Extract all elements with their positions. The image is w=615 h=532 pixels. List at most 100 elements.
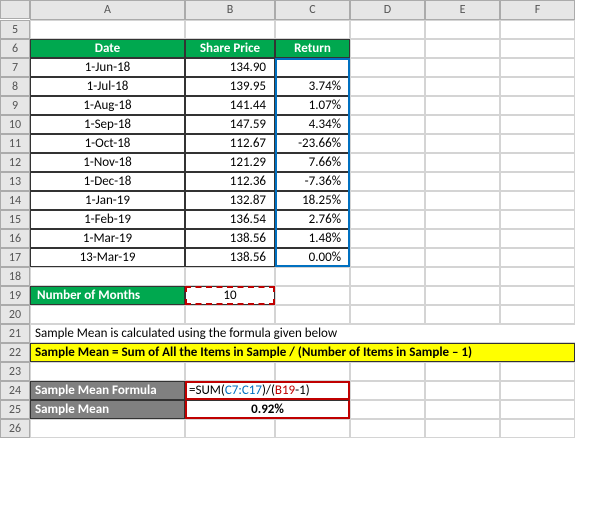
cell-B18[interactable] xyxy=(185,267,275,286)
hdr-return[interactable]: Return xyxy=(275,39,350,58)
row-25[interactable]: 25 xyxy=(0,400,30,419)
cell-date-4[interactable]: 1-Oct-18 xyxy=(30,134,185,153)
cell-D14[interactable] xyxy=(350,191,425,210)
row-17[interactable]: 17 xyxy=(0,248,30,267)
cell-F10[interactable] xyxy=(500,115,575,134)
cell-date-10[interactable]: 13-Mar-19 xyxy=(30,248,185,267)
cell-A5[interactable] xyxy=(30,20,185,39)
row-5[interactable]: 5 xyxy=(0,20,30,39)
cell-ret-10[interactable]: 0.00% xyxy=(275,248,350,267)
row-10[interactable]: 10 xyxy=(0,115,30,134)
cell-C20[interactable] xyxy=(275,305,350,324)
cell-D18[interactable] xyxy=(350,267,425,286)
cell-ret-3[interactable]: 4.34% xyxy=(275,115,350,134)
row-20[interactable]: 20 xyxy=(0,305,30,324)
cell-C18[interactable] xyxy=(275,267,350,286)
cell-D11[interactable] xyxy=(350,134,425,153)
cell-D16[interactable] xyxy=(350,229,425,248)
cell-F9[interactable] xyxy=(500,96,575,115)
cell-ret-6[interactable]: -7.36% xyxy=(275,172,350,191)
cell-ret-2[interactable]: 1.07% xyxy=(275,96,350,115)
row-14[interactable]: 14 xyxy=(0,191,30,210)
cell-price-2[interactable]: 141.44 xyxy=(185,96,275,115)
cell-D8[interactable] xyxy=(350,77,425,96)
cell-D9[interactable] xyxy=(350,96,425,115)
cell-ret-8[interactable]: 2.76% xyxy=(275,210,350,229)
cell-E23[interactable] xyxy=(425,362,500,381)
cell-price-8[interactable]: 136.54 xyxy=(185,210,275,229)
cell-D15[interactable] xyxy=(350,210,425,229)
cell-D5[interactable] xyxy=(350,20,425,39)
cell-E7[interactable] xyxy=(425,58,500,77)
cell-D23[interactable] xyxy=(350,362,425,381)
row-16[interactable]: 16 xyxy=(0,229,30,248)
cell-E6[interactable] xyxy=(425,39,500,58)
cell-F5[interactable] xyxy=(500,20,575,39)
row-12[interactable]: 12 xyxy=(0,153,30,172)
cell-F12[interactable] xyxy=(500,153,575,172)
cell-ret-4[interactable]: -23.66% xyxy=(275,134,350,153)
cell-D12[interactable] xyxy=(350,153,425,172)
cell-E14[interactable] xyxy=(425,191,500,210)
cell-E10[interactable] xyxy=(425,115,500,134)
cell-price-6[interactable]: 112.36 xyxy=(185,172,275,191)
cell-D24[interactable] xyxy=(350,381,425,400)
cell-B5[interactable] xyxy=(185,20,275,39)
cell-F6[interactable] xyxy=(500,39,575,58)
cell-price-10[interactable]: 138.56 xyxy=(185,248,275,267)
cell-B23[interactable] xyxy=(185,362,275,381)
cell-B26[interactable] xyxy=(185,419,275,438)
months-value[interactable]: 10 xyxy=(185,286,275,305)
cell-E26[interactable] xyxy=(425,419,500,438)
cell-F14[interactable] xyxy=(500,191,575,210)
cell-D7[interactable] xyxy=(350,58,425,77)
result-cell[interactable]: 0.92% xyxy=(185,400,350,419)
cell-C23[interactable] xyxy=(275,362,350,381)
cell-F16[interactable] xyxy=(500,229,575,248)
cell-price-4[interactable]: 112.67 xyxy=(185,134,275,153)
cell-price-3[interactable]: 147.59 xyxy=(185,115,275,134)
cell-A20[interactable] xyxy=(30,305,185,324)
row-8[interactable]: 8 xyxy=(0,77,30,96)
cell-E18[interactable] xyxy=(425,267,500,286)
cell-date-0[interactable]: 1-Jun-18 xyxy=(30,58,185,77)
cell-D17[interactable] xyxy=(350,248,425,267)
cell-C19[interactable] xyxy=(275,286,350,305)
cell-ret-5[interactable]: 7.66% xyxy=(275,153,350,172)
cell-price-1[interactable]: 139.95 xyxy=(185,77,275,96)
cell-E25[interactable] xyxy=(425,400,500,419)
smf-label[interactable]: Sample Mean Formula xyxy=(30,381,185,400)
cell-price-9[interactable]: 138.56 xyxy=(185,229,275,248)
cell-F11[interactable] xyxy=(500,134,575,153)
cell-date-5[interactable]: 1-Nov-18 xyxy=(30,153,185,172)
cell-F23[interactable] xyxy=(500,362,575,381)
cell-F19[interactable] xyxy=(500,286,575,305)
spreadsheet-grid[interactable]: A B C D E F 5 6 Date Share Price Return … xyxy=(0,0,615,438)
row-9[interactable]: 9 xyxy=(0,96,30,115)
cell-E17[interactable] xyxy=(425,248,500,267)
cell-D26[interactable] xyxy=(350,419,425,438)
row-24[interactable]: 24 xyxy=(0,381,30,400)
cell-A26[interactable] xyxy=(30,419,185,438)
cell-price-0[interactable]: 134.90 xyxy=(185,58,275,77)
cell-E8[interactable] xyxy=(425,77,500,96)
cell-C5[interactable] xyxy=(275,20,350,39)
cell-D25[interactable] xyxy=(350,400,425,419)
cell-E5[interactable] xyxy=(425,20,500,39)
formula-cell[interactable]: =SUM(C7:C17)/(B19-1) xyxy=(185,381,350,400)
cell-F24[interactable] xyxy=(500,381,575,400)
cell-date-2[interactable]: 1-Aug-18 xyxy=(30,96,185,115)
cell-E12[interactable] xyxy=(425,153,500,172)
cell-price-5[interactable]: 121.29 xyxy=(185,153,275,172)
cell-D6[interactable] xyxy=(350,39,425,58)
cell-D19[interactable] xyxy=(350,286,425,305)
cell-F18[interactable] xyxy=(500,267,575,286)
col-E[interactable]: E xyxy=(425,0,500,20)
cell-E13[interactable] xyxy=(425,172,500,191)
cell-B20[interactable] xyxy=(185,305,275,324)
col-D[interactable]: D xyxy=(350,0,425,20)
cell-F17[interactable] xyxy=(500,248,575,267)
cell-F8[interactable] xyxy=(500,77,575,96)
cell-F25[interactable] xyxy=(500,400,575,419)
cell-date-1[interactable]: 1-Jul-18 xyxy=(30,77,185,96)
